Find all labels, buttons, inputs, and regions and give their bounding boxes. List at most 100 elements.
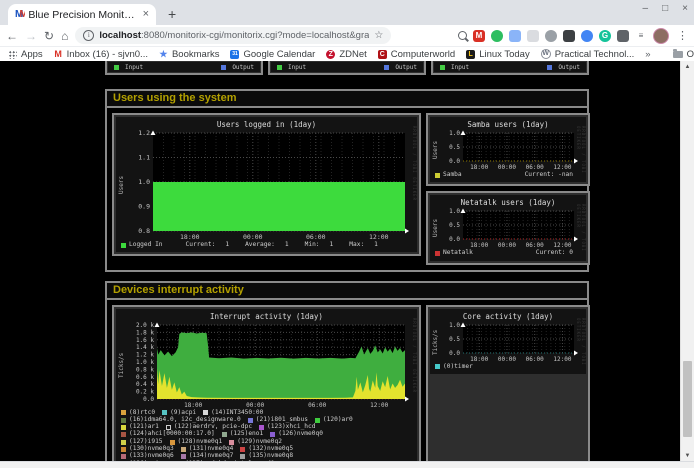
- stat-value: 1: [285, 242, 289, 249]
- tab-close-icon[interactable]: ×: [143, 9, 149, 20]
- vertical-scrollbar[interactable]: ▲ ▼: [680, 61, 694, 462]
- copy-pages-icon[interactable]: [509, 30, 521, 42]
- browser-menu-icon[interactable]: ⋮: [677, 29, 688, 42]
- browser-tab[interactable]: MM Blue Precision Monitorix ×: [8, 4, 156, 25]
- bookmark-item[interactable]: WPractical Technol...: [541, 49, 635, 60]
- cutoff-graph-panel: InputOutput: [268, 61, 426, 75]
- apps-grid-icon: [8, 50, 17, 59]
- bookmark-label: ZDNet: [339, 49, 366, 60]
- graph-cell-samba: Samba users (1day)Users18:0000:0006:0012…: [426, 113, 590, 186]
- apps-shortcut[interactable]: Apps: [8, 49, 43, 60]
- tab-queue-icon[interactable]: ≡: [635, 30, 647, 42]
- legend-label: Logged In: [129, 242, 163, 249]
- bookmark-item[interactable]: 31Google Calendar: [230, 49, 315, 60]
- legend-label: Output: [232, 64, 254, 71]
- cutoff-graphs-row: InputOutputInputOutputInputOutput: [105, 61, 589, 75]
- graph-title: Users logged in (1day): [118, 120, 415, 129]
- minimize-button[interactable]: –: [643, 3, 649, 14]
- extension-puzzle-icon[interactable]: [617, 30, 629, 42]
- svg-text:06:00: 06:00: [526, 242, 544, 249]
- bookmark-item[interactable]: CComputerworld: [378, 49, 455, 60]
- legend-swatch: [248, 418, 253, 423]
- monitorix-page: InputOutputInputOutputInputOutput Users …: [105, 61, 589, 468]
- reload-button[interactable]: ↻: [44, 30, 54, 42]
- svg-text:1.2 k: 1.2 k: [136, 351, 154, 358]
- folder-icon: [673, 51, 683, 58]
- svg-text:1.8 k: 1.8 k: [136, 329, 154, 336]
- legend-swatch: [114, 65, 119, 70]
- pocket-icon[interactable]: [581, 30, 593, 42]
- y-axis-label: Users: [118, 129, 127, 241]
- users-logged-in-graph: Users logged in (1day)Users18:0000:0006:…: [116, 117, 417, 252]
- graph-body: Users18:0000:0006:0012:001.00.50.0: [432, 129, 584, 171]
- legend-swatch: [270, 432, 275, 437]
- cutoff-graph-image: Input Output: [108, 62, 260, 72]
- legend-row: SambaCurrent: -nan: [435, 172, 581, 179]
- section-body: Users logged in (1day)Users18:0000:0006:…: [107, 108, 587, 270]
- legend-swatch: [162, 410, 167, 415]
- legend-row: Input: [114, 64, 143, 71]
- bookmark-item[interactable]: ★Bookmarks: [159, 49, 220, 60]
- profile-avatar[interactable]: [653, 28, 669, 44]
- current-value: Current: 0: [536, 250, 573, 257]
- bookmark-star-icon[interactable]: ☆: [374, 30, 383, 41]
- stat-value: 1: [225, 242, 229, 249]
- maximize-button[interactable]: □: [662, 3, 668, 14]
- graph-body: Users18:0000:0006:0012:001.00.50.0: [432, 207, 584, 249]
- close-button[interactable]: ×: [682, 3, 688, 14]
- svg-text:06:00: 06:00: [526, 356, 544, 363]
- grammarly-icon[interactable]: G: [599, 30, 611, 42]
- scroll-up-icon[interactable]: ▲: [681, 61, 694, 73]
- legend-swatch: [170, 440, 175, 445]
- notes-extension-icon[interactable]: [527, 30, 539, 42]
- cutoff-graph-image: InputOutput: [271, 62, 423, 72]
- graph-cell-core-activity: Core activity (1day)Ticks/s18:0000:0006:…: [426, 305, 590, 468]
- address-bar[interactable]: i localhost:8080/monitorix-cgi/monitorix…: [75, 27, 391, 44]
- mail-checker-icon[interactable]: M: [473, 30, 485, 42]
- legend-row: Output: [221, 64, 254, 71]
- section-title: Devices interrupt activity: [107, 283, 587, 300]
- site-info-icon[interactable]: i: [83, 30, 94, 41]
- graph-legend: (0)timer: [432, 363, 584, 371]
- legend-swatch: [121, 447, 126, 452]
- legend-swatch: [240, 454, 245, 459]
- web-clipper-icon[interactable]: [491, 30, 503, 42]
- bookmark-item[interactable]: MInbox (16) - sjvn0...: [54, 49, 148, 60]
- legend-swatch: [435, 173, 440, 178]
- zdnet-icon: Z: [326, 50, 335, 59]
- url-host: localhost: [99, 30, 141, 41]
- page-viewport: InputOutputInputOutputInputOutput Users …: [0, 61, 694, 468]
- dark-app-icon[interactable]: [563, 30, 575, 42]
- bookmark-item[interactable]: LLinux Today: [466, 49, 530, 60]
- forward-button[interactable]: →: [25, 30, 37, 42]
- legend-label: Input: [125, 64, 143, 71]
- samba-users-graph: Samba users (1day)Users18:0000:0006:0012…: [430, 117, 586, 182]
- bookmark-item[interactable]: Z ZDNet: [326, 49, 366, 60]
- plot-svg: 18:0000:0006:0012:001.00.50.0: [441, 129, 584, 171]
- search-extension-icon[interactable]: [458, 31, 467, 40]
- section-title: Users using the system: [107, 91, 587, 108]
- svg-text:00:00: 00:00: [498, 242, 516, 249]
- legend-swatch: [384, 65, 389, 70]
- back-button[interactable]: ←: [6, 30, 18, 42]
- svg-text:18:00: 18:00: [184, 402, 202, 409]
- legend-swatch: [166, 425, 171, 430]
- plot-svg: 18:0000:0006:0012:001.00.50.0: [441, 321, 584, 363]
- legend-row: Output: [384, 64, 417, 71]
- svg-text:18:00: 18:00: [470, 356, 488, 363]
- bookmarks-overflow-chevron[interactable]: »: [645, 49, 650, 60]
- users-right-column: Samba users (1day)Users18:0000:0006:0012…: [426, 113, 590, 265]
- privacy-extension-icon[interactable]: [545, 30, 557, 42]
- section-users: Users using the system Users logged in (…: [105, 89, 589, 272]
- svg-text:12:00: 12:00: [553, 356, 571, 363]
- graph-title: Netatalk users (1day): [432, 198, 584, 207]
- legend-label: (126)nvme0q0: [278, 431, 323, 438]
- home-button[interactable]: ⌂: [61, 30, 68, 42]
- svg-text:12:00: 12:00: [553, 242, 571, 249]
- new-tab-button[interactable]: +: [164, 4, 180, 25]
- scrollbar-thumb[interactable]: [683, 361, 692, 437]
- cutoff-graph-panel: Input Output: [105, 61, 263, 75]
- other-bookmarks-button[interactable]: Other bookmarks: [673, 49, 694, 60]
- bookmark-label: Bookmarks: [172, 49, 220, 60]
- svg-text:0.0: 0.0: [449, 236, 460, 243]
